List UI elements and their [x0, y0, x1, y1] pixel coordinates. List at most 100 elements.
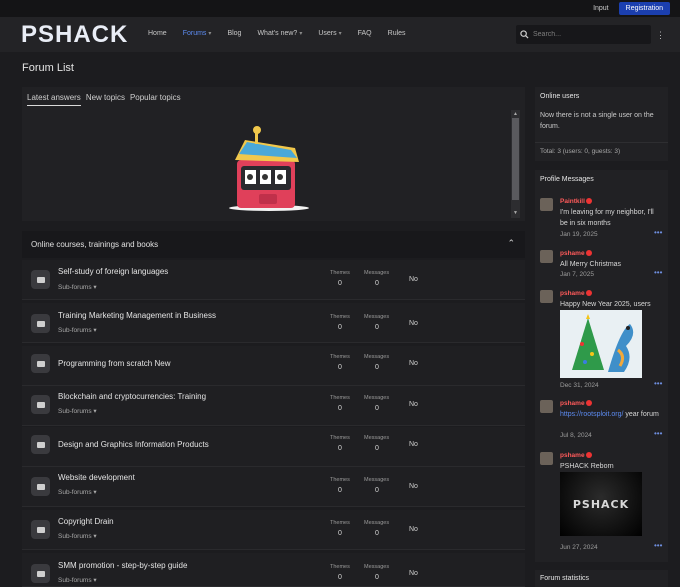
more-options-icon[interactable]: ••• — [654, 541, 662, 550]
themes-label: Themes — [330, 564, 350, 570]
badge-icon — [585, 198, 592, 205]
avatar[interactable] — [540, 452, 553, 465]
slot-machine-illustration — [229, 126, 309, 211]
forum-row[interactable]: Blockchain and cryptocurrencies: Trainin… — [22, 386, 525, 426]
username[interactable]: pshame — [560, 400, 592, 407]
tab-popular-topics[interactable]: Popular topics — [130, 93, 181, 106]
chevron-down-icon[interactable]: ▾ — [339, 31, 342, 37]
message-text: Happy New Year 2025, users — [560, 301, 651, 308]
messages-label: Messages — [364, 395, 390, 401]
themes-label: Themes — [330, 354, 350, 360]
folder-icon — [31, 564, 50, 583]
scrollbar-thumb[interactable] — [512, 118, 519, 200]
nav-whats-new[interactable]: What's new? ▾ — [257, 30, 302, 37]
forum-title[interactable]: Self-study of foreign languages — [58, 267, 168, 276]
chevron-down-icon[interactable]: ▾ — [299, 31, 302, 37]
forum-row[interactable]: Design and Graphics Information Products… — [22, 427, 525, 467]
username-text: Paintkill — [560, 198, 585, 205]
forum-statistics-title[interactable]: Forum statistics — [535, 570, 668, 587]
username[interactable]: pshame — [560, 452, 592, 459]
online-users-text: Now there is not a single user on the fo… — [540, 112, 654, 130]
christmas-dragon-image[interactable] — [560, 310, 642, 378]
logo-part-b: HACK — [55, 21, 129, 48]
nav-forums[interactable]: Forums ▾ — [183, 30, 212, 37]
avatar[interactable] — [540, 400, 553, 413]
more-options-icon[interactable]: ••• — [654, 379, 662, 388]
scroll-up-icon[interactable]: ▲ — [513, 111, 518, 117]
subforums-toggle[interactable]: Sub-forums ▾ — [58, 532, 97, 540]
forum-title[interactable]: Training Marketing Management in Busines… — [58, 311, 216, 320]
nav-faq[interactable]: FAQ — [358, 30, 372, 37]
subforums-toggle[interactable]: Sub-forums ▾ — [58, 407, 97, 415]
subforums-toggle[interactable]: Sub-forums ▾ — [58, 326, 97, 334]
badge-icon — [585, 290, 592, 297]
folder-icon — [31, 395, 50, 414]
message-date[interactable]: Dec 31, 2024 — [560, 382, 599, 389]
online-users-title[interactable]: Online users — [535, 87, 668, 106]
username[interactable]: Paintkill — [560, 198, 592, 205]
messages-count: 0 — [375, 324, 379, 331]
avatar[interactable] — [540, 290, 553, 303]
more-options-icon[interactable]: ••• — [654, 268, 662, 277]
subforums-toggle[interactable]: Sub-forums ▾ — [58, 488, 97, 496]
search-icon[interactable] — [520, 30, 529, 39]
forum-title[interactable]: Website development — [58, 473, 135, 482]
tab-new-topics[interactable]: New topics — [86, 93, 125, 106]
profile-messages-title[interactable]: Profile Messages — [535, 170, 668, 189]
forum-row[interactable]: Self-study of foreign languages Sub-foru… — [22, 260, 525, 300]
last-post: No — [409, 526, 418, 533]
last-post: No — [409, 441, 418, 448]
scroll-down-icon[interactable]: ▼ — [513, 210, 518, 216]
register-button[interactable]: Registration — [618, 2, 670, 15]
chevron-down-icon[interactable]: ▾ — [208, 31, 211, 37]
forum-title[interactable]: Design and Graphics Information Products — [58, 440, 209, 449]
forum-title[interactable]: Blockchain and cryptocurrencies: Trainin… — [58, 392, 206, 401]
nav-rules[interactable]: Rules — [388, 30, 406, 37]
chevron-down-icon: ▾ — [93, 408, 97, 415]
tab-latest-answers[interactable]: Latest answers — [27, 93, 81, 106]
more-menu-icon[interactable]: ⋮ — [656, 30, 665, 41]
profile-messages-block: Profile Messages Paintkill I'm leaving f… — [535, 170, 668, 562]
nav-home[interactable]: Home — [148, 30, 167, 37]
forum-row[interactable]: SMM promotion - step-by-step guide Sub-f… — [22, 553, 525, 587]
forum-row[interactable]: Copyright Drain Sub-forums ▾ Themes 0 Me… — [22, 510, 525, 550]
more-options-icon[interactable]: ••• — [654, 429, 662, 438]
forum-title[interactable]: Copyright Drain — [58, 517, 114, 526]
message-date[interactable]: Jul 8, 2024 — [560, 432, 592, 439]
forum-title[interactable]: Programming from scratch New — [58, 359, 170, 368]
forum-row[interactable]: Website development Sub-forums ▾ Themes … — [22, 467, 525, 507]
pshack-image-text: PSHACK — [572, 497, 630, 511]
site-logo[interactable]: PSHACK — [21, 21, 128, 49]
folder-icon — [31, 270, 50, 289]
message-date[interactable]: Jun 27, 2024 — [560, 544, 598, 551]
more-options-icon[interactable]: ••• — [654, 228, 662, 237]
message-date[interactable]: Jan 19, 2025 — [560, 231, 598, 238]
username[interactable]: pshame — [560, 250, 592, 257]
themes-count: 0 — [338, 445, 342, 452]
chevron-down-icon: ▾ — [93, 284, 97, 291]
chevron-down-icon: ▾ — [93, 489, 97, 496]
login-link[interactable]: Input — [593, 5, 609, 12]
message-link[interactable]: https://rootsploit.org/ — [560, 411, 623, 418]
forum-row[interactable]: Programming from scratch New Themes 0 Me… — [22, 346, 525, 386]
pshack-image[interactable]: PSHACK — [560, 472, 642, 536]
messages-label: Messages — [364, 564, 390, 570]
scrollbar[interactable]: ▲ ▼ — [511, 110, 520, 218]
subforums-toggle[interactable]: Sub-forums ▾ — [58, 576, 97, 584]
username[interactable]: pshame — [560, 290, 592, 297]
forum-title[interactable]: SMM promotion - step-by-step guide — [58, 561, 187, 570]
forum-row[interactable]: Training Marketing Management in Busines… — [22, 303, 525, 343]
category-header[interactable]: Online courses, trainings and books ⌃ — [22, 231, 525, 258]
themes-label: Themes — [330, 314, 350, 320]
nav-blog[interactable]: Blog — [227, 30, 241, 37]
collapse-icon[interactable]: ⌃ — [507, 238, 515, 249]
subforums-toggle[interactable]: Sub-forums ▾ — [58, 283, 97, 291]
nav-whats-new-label: What's new? — [257, 30, 298, 37]
messages-label: Messages — [364, 477, 390, 483]
subforums-label: Sub-forums — [58, 577, 92, 584]
nav-users[interactable]: Users ▾ — [318, 30, 341, 37]
search-input[interactable] — [533, 31, 643, 38]
avatar[interactable] — [540, 198, 553, 211]
avatar[interactable] — [540, 250, 553, 263]
message-date[interactable]: Jan 7, 2025 — [560, 271, 594, 278]
